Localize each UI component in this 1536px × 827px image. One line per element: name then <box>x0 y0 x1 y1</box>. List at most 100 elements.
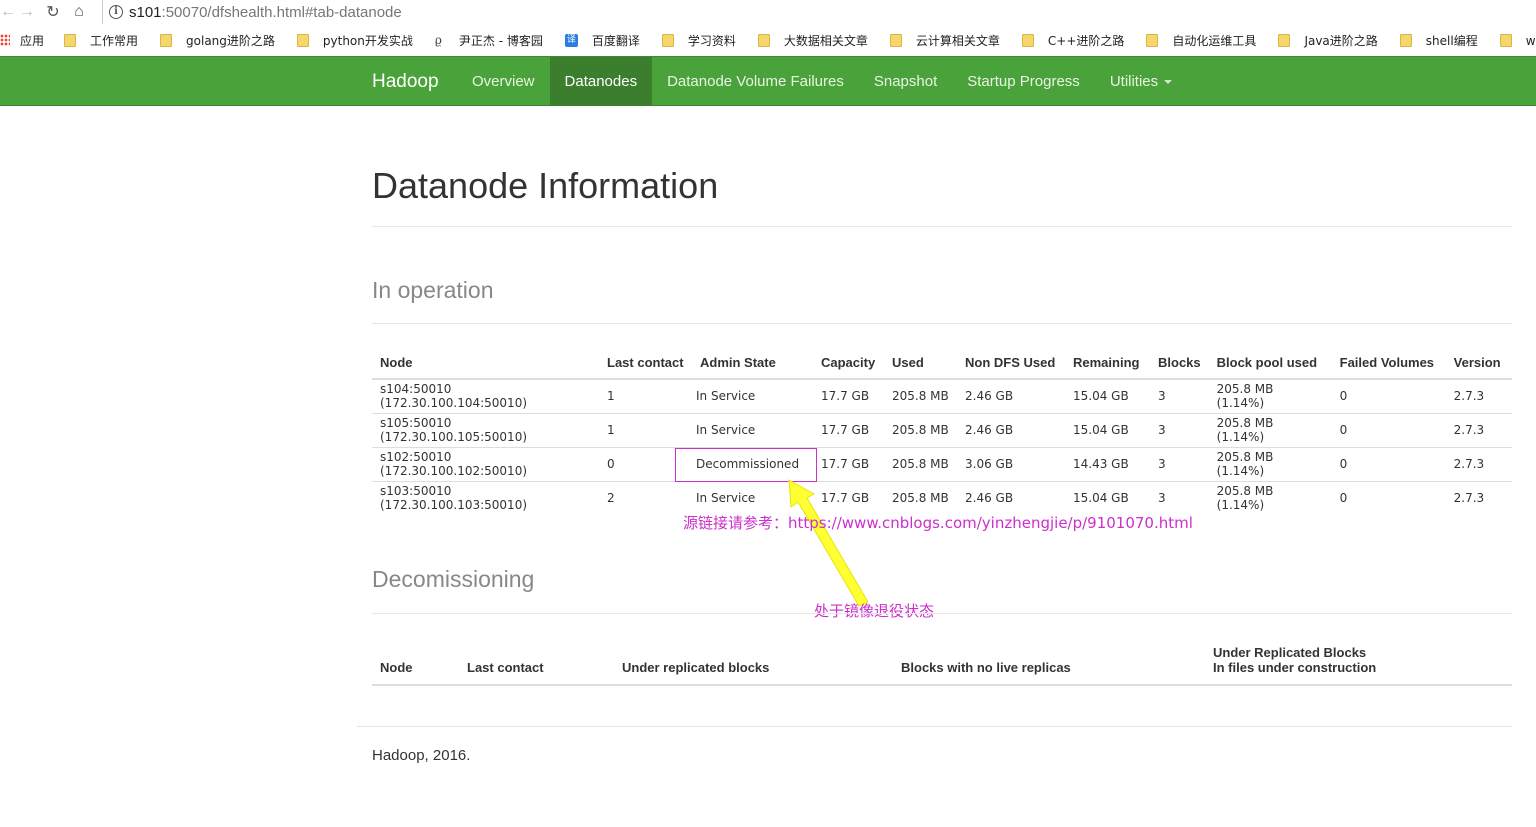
blog-icon: ϱ <box>434 33 442 47</box>
nav-datanodes[interactable]: Datanodes <box>549 57 653 106</box>
bookmarks-bar: 应用 工作常用 golang进阶之路 python开发实战 ϱ 尹正杰 - 博客园… <box>0 28 1536 52</box>
cell-version: 2.7.3 <box>1445 412 1512 447</box>
bookmark-folder[interactable]: golang进阶之路 <box>160 32 275 49</box>
nav-utilities[interactable]: Utilities <box>1095 57 1187 106</box>
bookmark-folder[interactable]: 云计算相关文章 <box>889 32 1000 49</box>
back-arrow-icon[interactable]: ← <box>0 0 16 24</box>
folder-icon <box>296 33 309 47</box>
forward-arrow-icon[interactable]: → <box>14 0 40 24</box>
cell-blocks: 3 <box>1150 412 1209 447</box>
nav-startup-progress[interactable]: Startup Progress <box>952 57 1095 106</box>
cell-node: s104:50010 (172.30.100.104:50010) <box>380 382 528 411</box>
cell-node: s103:50010 (172.30.100.103:50010) <box>372 480 599 515</box>
cell-admin-state: In Service <box>692 412 813 447</box>
col-version: Version <box>1445 346 1512 380</box>
cell-non-dfs-used: 2.46 GB <box>957 412 1065 447</box>
bookmark-folder[interactable]: 大数据相关文章 <box>757 32 868 49</box>
source-link-annotation: 源链接请参考：https://www.cnblogs.com/yinzhengj… <box>683 512 1193 533</box>
section-decommissioning: Decomissioning <box>372 566 535 592</box>
cell-remaining: 15.04 GB <box>1065 412 1150 447</box>
cell-block-pool-used: 205.8 MB (1.14%) <box>1216 382 1274 411</box>
bookmark-apps[interactable]: 应用 <box>0 32 44 49</box>
col-node: Node <box>372 640 459 686</box>
cell-node: s105:50010 (172.30.100.105:50010) <box>372 412 599 447</box>
cell-version: 2.7.3 <box>1445 446 1512 481</box>
col-remaining: Remaining <box>1065 346 1150 380</box>
nav-utilities-label: Utilities <box>1109 73 1159 90</box>
col-blocks: Blocks <box>1150 346 1209 380</box>
page-title: Datanode Information <box>372 165 719 206</box>
address-bar[interactable]: i s101:50070/dfshealth.html#tab-datanode <box>102 0 1536 24</box>
cell-admin-state: In Service <box>696 389 756 404</box>
arrow-note: 处于镜像退役状态 <box>814 602 935 620</box>
col-non-dfs-used: Non DFS Used <box>957 346 1065 380</box>
cell-used: 205.8 MB <box>884 412 957 447</box>
cell-capacity: 17.7 GB <box>821 389 870 404</box>
cell-blocks: 3 <box>1158 389 1166 404</box>
folder-icon <box>1146 33 1159 47</box>
folder-icon <box>757 33 770 47</box>
header-line-1: Under Replicated Blocks <box>1213 645 1367 660</box>
decommissioning-table: Node Last contact Under replicated block… <box>372 640 1512 686</box>
cell-block-pool-used: 205.8 MB (1.14%) <box>1208 446 1332 481</box>
footer-text: Hadoop, 2016. <box>372 747 471 764</box>
cell-used: 205.8 MB <box>892 389 949 404</box>
cell-failed-volumes: 0 <box>1331 480 1446 515</box>
cell-node: s102:50010 (172.30.100.102:50010) <box>372 446 599 481</box>
bookmark-folder[interactable]: 自动化运维工具 <box>1146 32 1256 49</box>
apps-icon <box>0 34 10 46</box>
bookmark-folder[interactable]: 学习资料 <box>661 32 736 49</box>
folder-icon <box>1499 33 1512 47</box>
home-icon[interactable]: ⌂ <box>66 0 92 24</box>
col-under-replicated-construction: Under Replicated Blocks In files under c… <box>1205 640 1512 686</box>
folder-icon <box>64 33 77 47</box>
cell-capacity: 17.7 GB <box>813 412 884 447</box>
col-last-contact: Last contact <box>599 346 692 380</box>
cell-last-contact: 1 <box>607 389 615 404</box>
cell-last-contact: 2 <box>599 480 692 515</box>
table-row: s103:50010 (172.30.100.103:50010) 2 In S… <box>372 480 1512 515</box>
brand-logo[interactable]: Hadoop <box>372 57 439 107</box>
cell-used: 205.8 MB <box>884 480 957 515</box>
header-line-2: In files under construction <box>1213 660 1377 675</box>
reload-icon[interactable]: ↻ <box>40 0 66 24</box>
col-no-live-replicas: Blocks with no live replicas <box>893 640 1205 686</box>
cell-version: 2.7.3 <box>1453 389 1485 404</box>
col-node: Node <box>372 346 599 380</box>
bookmark-folder[interactable]: Java进阶之路 <box>1278 32 1378 49</box>
bookmark-folder[interactable]: 工作常用 <box>64 32 138 49</box>
table-header-row: Node Last contact Admin State Capacity U… <box>372 346 1512 380</box>
bookmark-folder[interactable]: C++进阶之路 <box>1021 32 1124 49</box>
bookmark-blog[interactable]: ϱ 尹正杰 - 博客园 <box>435 32 543 49</box>
info-icon[interactable]: i <box>109 5 123 19</box>
annotation-arrow <box>788 479 869 607</box>
nav-volume-failures[interactable]: Datanode Volume Failures <box>652 57 859 106</box>
cell-non-dfs-used: 2.46 GB <box>965 389 1014 404</box>
bookmark-folder[interactable]: windows常见的小问 <box>1499 32 1536 49</box>
divider <box>372 323 1512 324</box>
table-row: s104:50010 (172.30.100.104:50010) 1 In S… <box>372 379 1512 413</box>
col-under-replicated: Under replicated blocks <box>614 640 893 686</box>
folder-icon <box>1278 33 1291 47</box>
nav-snapshot[interactable]: Snapshot <box>859 57 952 106</box>
nav-overview[interactable]: Overview <box>457 57 550 106</box>
cell-blocks: 3 <box>1150 480 1209 515</box>
bookmark-folder[interactable]: shell编程 <box>1399 32 1478 49</box>
source-label: 源链接请参考： <box>683 514 789 532</box>
cell-failed-volumes: 0 <box>1331 412 1446 447</box>
folder-icon <box>1021 33 1034 47</box>
cell-non-dfs-used: 2.46 GB <box>957 480 1065 515</box>
in-operation-table: Node Last contact Admin State Capacity U… <box>372 346 1512 515</box>
browser-toolbar: ← → ↻ ⌂ i s101:50070/dfshealth.html#tab-… <box>0 0 1536 24</box>
cell-version: 2.7.3 <box>1445 480 1512 515</box>
bookmark-translate[interactable]: 译百度翻译 <box>564 32 640 49</box>
col-failed-volumes: Failed Volumes <box>1331 346 1446 380</box>
url-path: :50070/dfshealth.html#tab-datanode <box>161 3 402 21</box>
source-url[interactable]: https://www.cnblogs.com/yinzhengjie/p/91… <box>788 514 1193 532</box>
folder-icon <box>661 33 674 47</box>
bookmark-folder[interactable]: python开发实战 <box>296 32 413 49</box>
translate-icon: 译 <box>564 33 578 47</box>
url-host: s101 <box>129 3 162 21</box>
hadoop-navbar: Hadoop Overview Datanodes Datanode Volum… <box>0 56 1536 106</box>
divider <box>372 226 1512 227</box>
